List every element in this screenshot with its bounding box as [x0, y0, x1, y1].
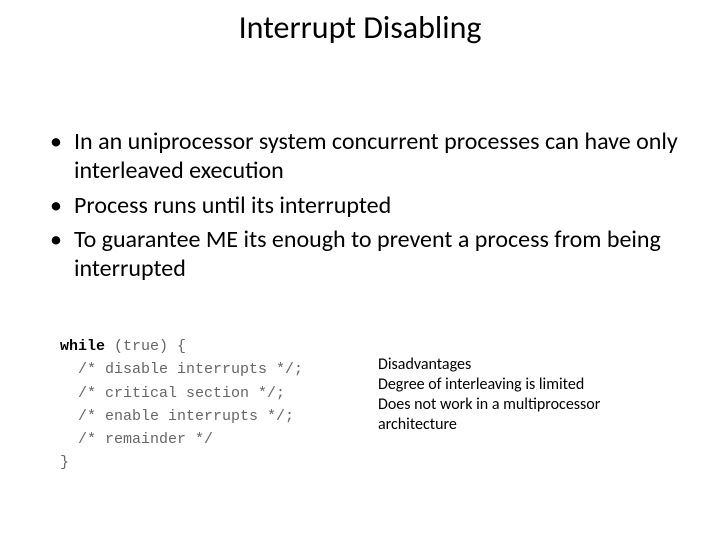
code-comment: /* remainder */	[60, 431, 213, 448]
bullet-list: In an uniprocessor system concurrent pro…	[50, 128, 688, 290]
slide-title: Interrupt Disabling	[0, 8, 720, 47]
disadvantages-line: Degree of interleaving is limited	[378, 375, 680, 395]
bullet-item: Process runs until its interrupted	[50, 192, 688, 221]
code-snippet: while (true) { /* disable interrupts */;…	[60, 335, 303, 475]
bullet-item: In an uniprocessor system concurrent pro…	[50, 128, 688, 186]
code-text: (true) {	[105, 338, 186, 355]
code-comment: /* enable interrupts */;	[60, 408, 294, 425]
slide: Interrupt Disabling In an uniprocessor s…	[0, 0, 720, 540]
disadvantages-block: Disadvantages Degree of interleaving is …	[378, 355, 680, 435]
code-text: }	[60, 454, 69, 471]
code-comment: /* critical section */;	[60, 385, 285, 402]
bullet-item: To guarantee ME its enough to prevent a …	[50, 226, 688, 284]
code-keyword: while	[60, 338, 105, 355]
disadvantages-heading: Disadvantages	[378, 355, 680, 375]
code-comment: /* disable interrupts */;	[60, 361, 303, 378]
disadvantages-line: Does not work in a multiprocessor archit…	[378, 395, 680, 435]
